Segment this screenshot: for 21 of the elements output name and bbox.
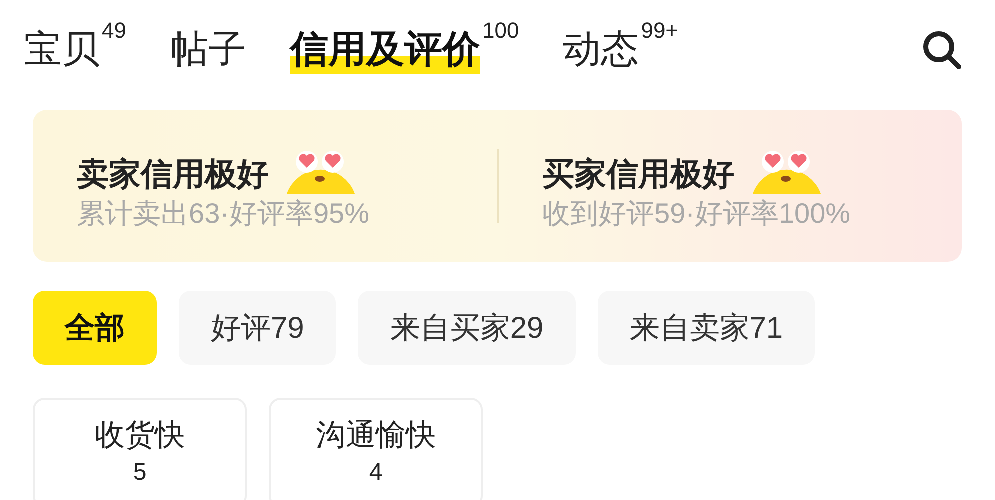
tab[interactable]: 帖子 <box>170 26 246 74</box>
tab-count: 100 <box>482 20 520 42</box>
tab-count: 99+ <box>641 20 679 42</box>
filter-chip[interactable]: 来自卖家71 <box>598 291 816 365</box>
tab-count: 49 <box>102 20 126 42</box>
tag-count: 4 <box>369 458 383 488</box>
tag-label: 收货快 <box>95 418 185 454</box>
tab[interactable]: 宝贝 <box>24 26 100 74</box>
credit-title: 买家信用极好 <box>542 155 734 194</box>
tab[interactable]: 动态 <box>563 26 640 74</box>
tag-label: 沟通愉快 <box>316 418 436 454</box>
tag-card[interactable]: 收货快 5 <box>33 398 247 500</box>
filter-chip[interactable]: 来自买家29 <box>358 291 576 365</box>
filter-chip[interactable]: 好评79 <box>179 291 336 365</box>
tag-card[interactable]: 沟通愉快 4 <box>269 398 483 500</box>
tag-count: 5 <box>133 458 147 488</box>
credit-detail: 收到好评59·好评率100% <box>542 197 852 231</box>
credit-title: 卖家信用极好 <box>77 155 269 194</box>
search-icon[interactable] <box>921 29 963 71</box>
credit-detail: 累计卖出63·好评率95% <box>77 197 371 231</box>
filter-chip[interactable]: 全部 <box>33 291 157 365</box>
